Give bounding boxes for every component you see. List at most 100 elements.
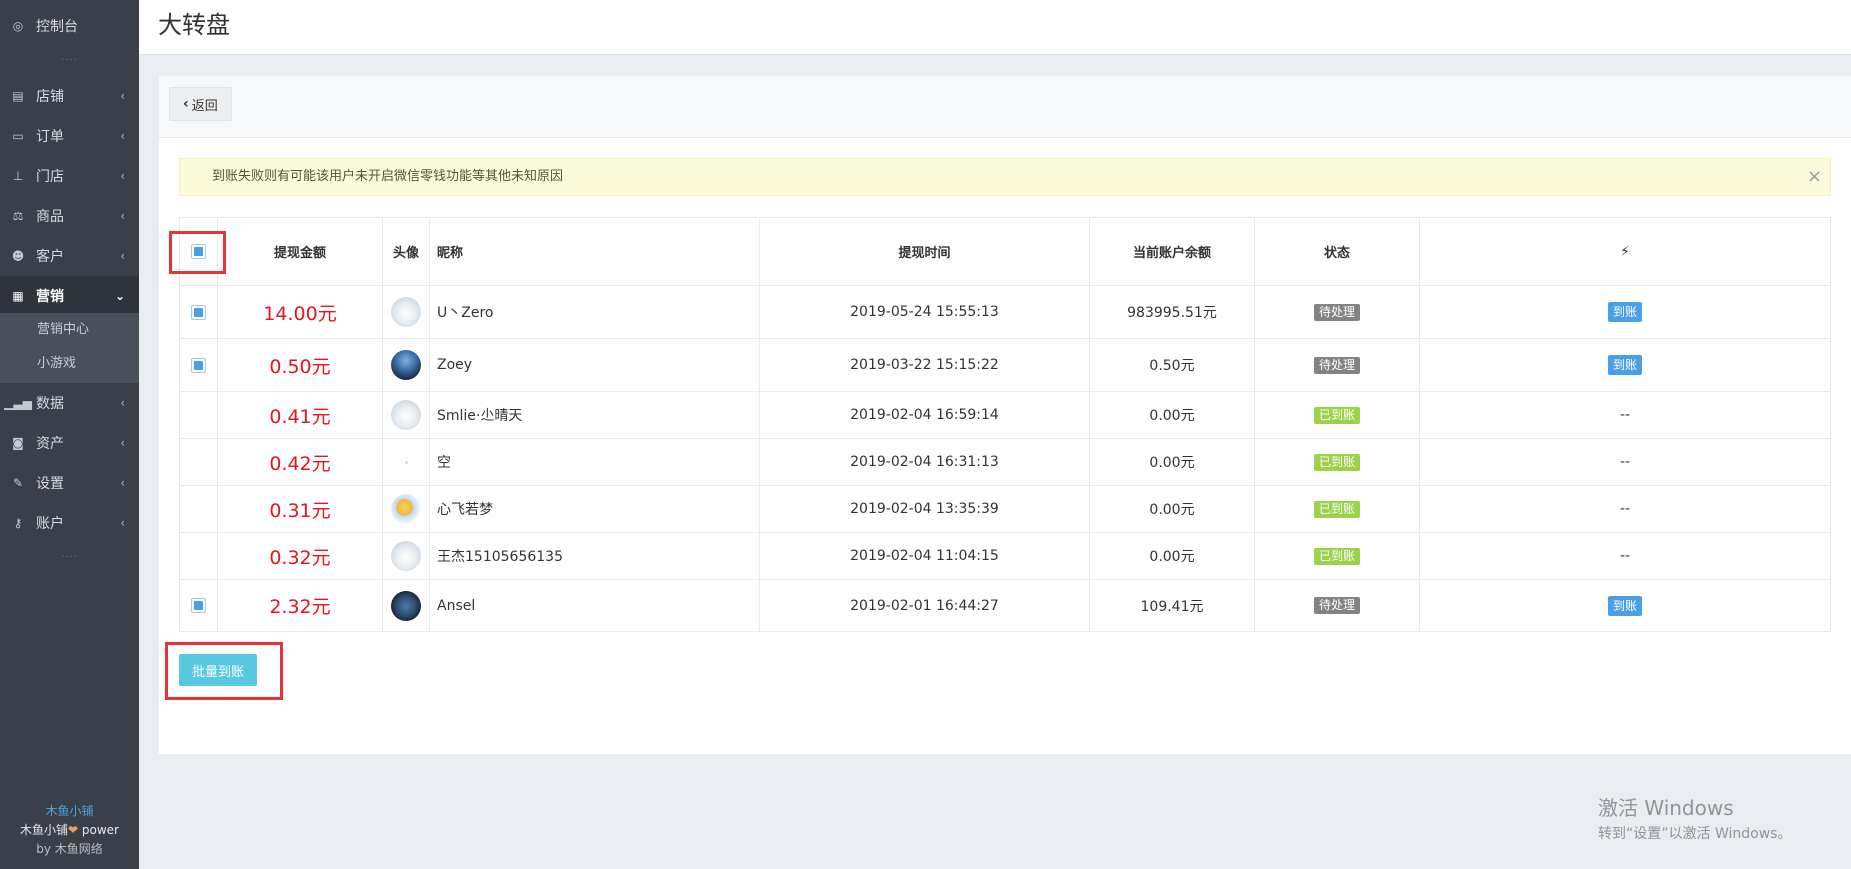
sidebar-item-dashboard[interactable]: ◎ 控制台 (0, 6, 139, 46)
submenu-item-mini-games[interactable]: 小游戏 (0, 347, 139, 381)
amount-value: 0.32元 (269, 546, 331, 569)
avatar-cell (382, 438, 430, 486)
page-title: 大转盘 (158, 11, 230, 39)
amount-value: 14.00元 (263, 302, 337, 325)
table-row: 0.50元 Zoey 2019-03-22 15:15:22 0.50元 待处理… (179, 338, 1831, 392)
back-button-label: 返回 (191, 98, 218, 114)
withdrawal-table: 提现金额 头像 昵称 提现时间 当前账户余额 状态 ⚡ 14.00元 U丶Zer… (179, 217, 1831, 632)
amount-cell: 14.00元 (217, 285, 383, 339)
store-icon: ▤ (12, 89, 24, 103)
action-empty: -- (1619, 454, 1631, 470)
pay-button[interactable]: 到账 (1607, 302, 1642, 322)
time-cell: 2019-03-22 15:15:22 (759, 338, 1090, 392)
close-icon[interactable]: × (1807, 159, 1822, 195)
avatar-cell (382, 338, 430, 392)
status-badge: 待处理 (1313, 356, 1360, 374)
brand-power-prefix: 木鱼小铺 (20, 823, 69, 837)
sidebar-item-marketing[interactable]: ▦ 营销 ⌄ (0, 276, 139, 316)
time-cell: 2019-02-04 11:04:15 (759, 532, 1090, 580)
nickname-cell: 心飞若梦 (429, 485, 760, 533)
nickname-cell: 空 (429, 438, 760, 486)
nickname-cell: Zoey (429, 338, 760, 392)
wrench-icon: ✎ (12, 476, 24, 490)
balance-cell: 109.41元 (1089, 579, 1255, 632)
pay-button[interactable]: 到账 (1607, 355, 1642, 375)
row-checkbox[interactable] (191, 304, 206, 320)
table-row: 0.32元 王杰15105656135 2019-02-04 11:04:15 … (179, 532, 1831, 580)
action-cell: -- (1419, 391, 1831, 439)
sidebar-item-account[interactable]: ⚷ 账户 ‹ (0, 503, 139, 543)
avatar (391, 541, 421, 571)
dashboard-icon: ◎ (12, 19, 24, 33)
status-cell: 待处理 (1254, 579, 1420, 632)
action-cell: -- (1419, 485, 1831, 533)
submenu-item-marketing-center[interactable]: 营销中心 (0, 313, 139, 347)
content-card: ‹ 返回 到账失败则有可能该用户未开启微信零钱功能等其他未知原因 × 提现金额 … (159, 76, 1851, 754)
alert-text: 到账失败则有可能该用户未开启微信零钱功能等其他未知原因 (212, 169, 564, 184)
sidebar-item-orders[interactable]: ▭ 订单 ‹ (0, 116, 139, 156)
amount-value: 0.50元 (269, 355, 331, 378)
time-cell: 2019-05-24 15:55:13 (759, 285, 1090, 339)
action-cell: -- (1419, 532, 1831, 580)
time-cell: 2019-02-01 16:44:27 (759, 579, 1090, 632)
nickname-cell: Smlie·尐晴天 (429, 391, 760, 439)
status-cell: 待处理 (1254, 338, 1420, 392)
sidebar-item-goods[interactable]: ⚖ 商品 ‹ (0, 196, 139, 236)
col-time: 提现时间 (759, 217, 1090, 286)
sidebar-item-label: 门店 (36, 169, 64, 185)
pay-button[interactable]: 到账 (1607, 595, 1642, 616)
scale-icon: ⚖ (12, 209, 24, 223)
balance-cell: 0.00元 (1089, 438, 1255, 486)
nickname-cell: Ansel (429, 579, 760, 632)
sidebar-divider: .... (61, 549, 78, 560)
back-button[interactable]: ‹ 返回 (169, 87, 232, 121)
heart-icon: ❤ (68, 823, 79, 837)
row-select-cell (179, 532, 218, 580)
balance-cell: 983995.51元 (1089, 285, 1255, 339)
amount-value: 2.32元 (269, 596, 331, 618)
watermark-line2: 转到“设置”以激活 Windows。 (1598, 826, 1792, 842)
status-badge: 已到账 (1313, 500, 1360, 518)
sidebar-item-customers[interactable]: ☻ 客户 ‹ (0, 236, 139, 276)
row-checkbox[interactable] (191, 598, 206, 613)
avatar (391, 494, 421, 524)
time-cell: 2019-02-04 16:59:14 (759, 391, 1090, 439)
table-row: 2.32元 Ansel 2019-02-01 16:44:27 109.41元 … (179, 579, 1831, 632)
sidebar-item-assets[interactable]: ◙ 资产 ‹ (0, 423, 139, 463)
status-badge: 待处理 (1313, 303, 1360, 321)
status-badge: 已到账 (1313, 453, 1360, 471)
avatar (391, 297, 421, 327)
sidebar-item-label: 营销 (36, 289, 64, 305)
key-icon: ⚷ (13, 516, 23, 530)
col-avatar: 头像 (382, 217, 430, 286)
status-cell: 已到账 (1254, 438, 1420, 486)
avatar-cell (382, 391, 430, 439)
status-badge: 已到账 (1313, 547, 1360, 565)
sidebar-divider: .... (61, 52, 78, 63)
action-empty: -- (1619, 501, 1631, 517)
brand-name[interactable]: 木鱼小铺 (0, 802, 139, 821)
windows-activation-watermark: 激活 Windows 转到“设置”以激活 Windows。 (1598, 792, 1791, 843)
users-icon: ☻ (11, 249, 25, 263)
action-empty: -- (1619, 407, 1631, 423)
col-amount: 提现金额 (217, 217, 383, 286)
money-icon: ◙ (12, 436, 24, 450)
status-cell: 已到账 (1254, 532, 1420, 580)
status-badge: 已到账 (1313, 406, 1360, 424)
status-cell: 已到账 (1254, 485, 1420, 533)
sidebar-item-settings[interactable]: ✎ 设置 ‹ (0, 463, 139, 503)
order-icon: ▭ (12, 129, 24, 143)
avatar-cell (382, 579, 430, 632)
sidebar-item-store[interactable]: ▤ 店铺 ‹ (0, 76, 139, 116)
sidebar-item-data[interactable]: ▁▃▅ 数据 ‹ (0, 383, 139, 423)
chevron-left-icon: ‹ (183, 96, 189, 112)
sidebar-item-shops[interactable]: ⊥ 门店 ‹ (0, 156, 139, 196)
row-select-cell (179, 579, 218, 632)
brand-by: by 木鱼网络 (36, 842, 103, 856)
action-cell: 到账 (1419, 285, 1831, 339)
chevron-left-icon: ‹ (120, 129, 125, 143)
amount-value: 0.41元 (269, 405, 331, 428)
nickname-cell: U丶Zero (429, 285, 760, 339)
avatar (404, 460, 408, 464)
row-checkbox[interactable] (191, 357, 206, 373)
